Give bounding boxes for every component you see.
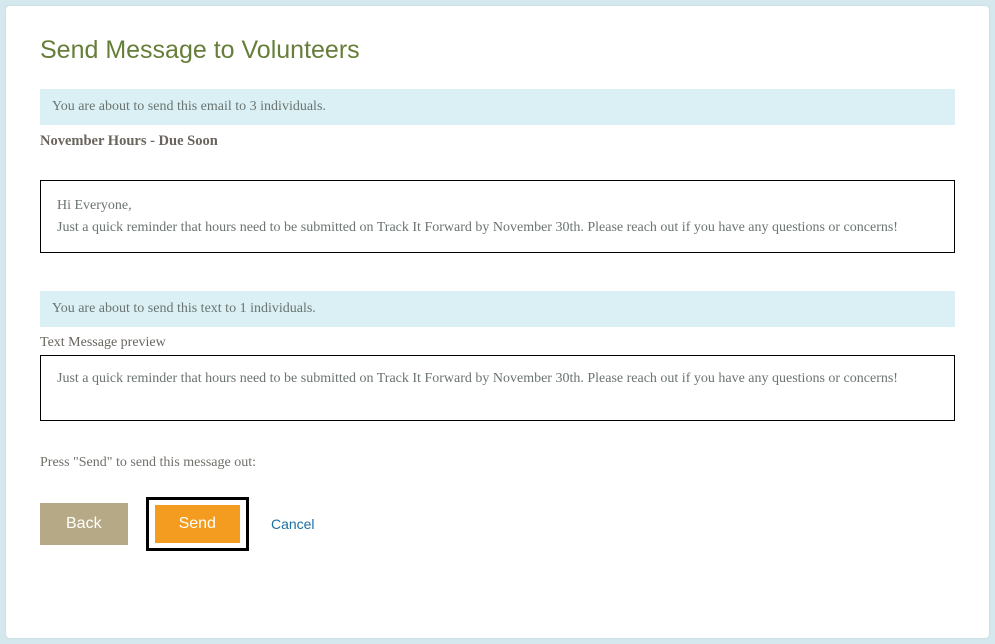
page-container: Send Message to Volunteers You are about… (6, 6, 989, 638)
button-row: Back Send Cancel (40, 497, 955, 551)
back-button[interactable]: Back (40, 503, 128, 545)
cancel-link[interactable]: Cancel (271, 516, 315, 532)
email-info-banner: You are about to send this email to 3 in… (40, 89, 955, 125)
email-body-line1: Hi Everyone, (57, 195, 938, 217)
page-title: Send Message to Volunteers (40, 36, 955, 65)
text-preview-label: Text Message preview (40, 335, 955, 351)
send-button[interactable]: Send (155, 505, 240, 543)
email-body-preview: Hi Everyone, Just a quick reminder that … (40, 180, 955, 253)
email-subject: November Hours - Due Soon (40, 133, 955, 150)
text-info-banner: You are about to send this text to 1 ind… (40, 291, 955, 327)
text-body-preview: Just a quick reminder that hours need to… (40, 355, 955, 421)
email-body-line2: Just a quick reminder that hours need to… (57, 217, 938, 239)
press-send-instruction: Press "Send" to send this message out: (40, 455, 955, 471)
send-button-highlight: Send (146, 497, 249, 551)
